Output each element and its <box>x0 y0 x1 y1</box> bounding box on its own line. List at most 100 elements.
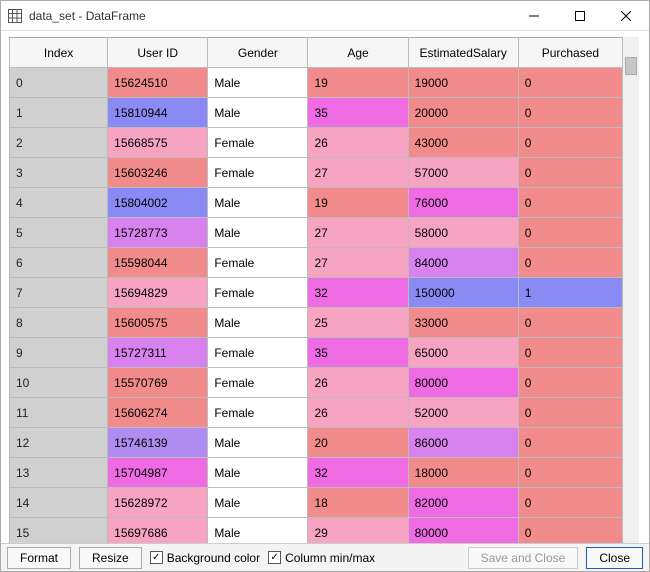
table-row[interactable]: 1015570769Female26800000 <box>10 368 623 398</box>
cell-userid[interactable]: 15628972 <box>108 488 208 518</box>
cell-index[interactable]: 2 <box>10 128 108 158</box>
cell-userid[interactable]: 15570769 <box>108 368 208 398</box>
cell-age[interactable]: 27 <box>308 248 408 278</box>
cell-salary[interactable]: 52000 <box>408 398 518 428</box>
cell-purchased[interactable]: 0 <box>518 218 622 248</box>
cell-index[interactable]: 12 <box>10 428 108 458</box>
cell-gender[interactable]: Male <box>208 428 308 458</box>
cell-userid[interactable]: 15746139 <box>108 428 208 458</box>
cell-gender[interactable]: Male <box>208 98 308 128</box>
cell-age[interactable]: 35 <box>308 338 408 368</box>
cell-salary[interactable]: 76000 <box>408 188 518 218</box>
cell-index[interactable]: 14 <box>10 488 108 518</box>
cell-salary[interactable]: 33000 <box>408 308 518 338</box>
table-row[interactable]: 1115606274Female26520000 <box>10 398 623 428</box>
cell-userid[interactable]: 15606274 <box>108 398 208 428</box>
title-bar[interactable]: data_set - DataFrame <box>1 1 649 31</box>
cell-gender[interactable]: Female <box>208 278 308 308</box>
cell-salary[interactable]: 82000 <box>408 488 518 518</box>
cell-index[interactable]: 10 <box>10 368 108 398</box>
cell-purchased[interactable]: 0 <box>518 368 622 398</box>
cell-index[interactable]: 15 <box>10 518 108 544</box>
cell-age[interactable]: 26 <box>308 368 408 398</box>
cell-age[interactable]: 25 <box>308 308 408 338</box>
cell-userid[interactable]: 15624510 <box>108 68 208 98</box>
cell-userid[interactable]: 15603246 <box>108 158 208 188</box>
cell-userid[interactable]: 15804002 <box>108 188 208 218</box>
cell-gender[interactable]: Male <box>208 488 308 518</box>
table-row[interactable]: 015624510Male19190000 <box>10 68 623 98</box>
table-row[interactable]: 415804002Male19760000 <box>10 188 623 218</box>
cell-index[interactable]: 9 <box>10 338 108 368</box>
column-minmax-checkbox[interactable]: ✓ Column min/max <box>268 551 375 565</box>
minimize-button[interactable] <box>511 1 557 31</box>
cell-userid[interactable]: 15704987 <box>108 458 208 488</box>
table-row[interactable]: 615598044Female27840000 <box>10 248 623 278</box>
table-row[interactable]: 115810944Male35200000 <box>10 98 623 128</box>
cell-purchased[interactable]: 0 <box>518 518 622 544</box>
col-header-index[interactable]: Index <box>10 38 108 68</box>
cell-purchased[interactable]: 0 <box>518 398 622 428</box>
table-row[interactable]: 915727311Female35650000 <box>10 338 623 368</box>
cell-salary[interactable]: 80000 <box>408 518 518 544</box>
cell-age[interactable]: 35 <box>308 98 408 128</box>
cell-salary[interactable]: 80000 <box>408 368 518 398</box>
cell-gender[interactable]: Male <box>208 188 308 218</box>
table-row[interactable]: 1215746139Male20860000 <box>10 428 623 458</box>
cell-index[interactable]: 6 <box>10 248 108 278</box>
cell-salary[interactable]: 65000 <box>408 338 518 368</box>
cell-gender[interactable]: Male <box>208 518 308 544</box>
background-color-checkbox[interactable]: ✓ Background color <box>150 551 260 565</box>
cell-purchased[interactable]: 0 <box>518 128 622 158</box>
cell-purchased[interactable]: 0 <box>518 158 622 188</box>
cell-age[interactable]: 18 <box>308 488 408 518</box>
close-footer-button[interactable]: Close <box>586 547 643 569</box>
table-row[interactable]: 1515697686Male29800000 <box>10 518 623 544</box>
cell-index[interactable]: 5 <box>10 218 108 248</box>
cell-userid[interactable]: 15728773 <box>108 218 208 248</box>
cell-salary[interactable]: 58000 <box>408 218 518 248</box>
cell-purchased[interactable]: 0 <box>518 98 622 128</box>
cell-index[interactable]: 4 <box>10 188 108 218</box>
cell-purchased[interactable]: 0 <box>518 338 622 368</box>
table-row[interactable]: 215668575Female26430000 <box>10 128 623 158</box>
col-header-gender[interactable]: Gender <box>208 38 308 68</box>
cell-purchased[interactable]: 0 <box>518 428 622 458</box>
cell-userid[interactable]: 15810944 <box>108 98 208 128</box>
col-header-salary[interactable]: EstimatedSalary <box>408 38 518 68</box>
cell-age[interactable]: 32 <box>308 278 408 308</box>
close-button[interactable] <box>603 1 649 31</box>
cell-gender[interactable]: Female <box>208 128 308 158</box>
cell-gender[interactable]: Male <box>208 218 308 248</box>
cell-gender[interactable]: Male <box>208 308 308 338</box>
cell-gender[interactable]: Male <box>208 68 308 98</box>
cell-purchased[interactable]: 1 <box>518 278 622 308</box>
cell-index[interactable]: 1 <box>10 98 108 128</box>
cell-purchased[interactable]: 0 <box>518 248 622 278</box>
cell-salary[interactable]: 84000 <box>408 248 518 278</box>
cell-salary[interactable]: 43000 <box>408 128 518 158</box>
cell-purchased[interactable]: 0 <box>518 188 622 218</box>
table-row[interactable]: 515728773Male27580000 <box>10 218 623 248</box>
cell-salary[interactable]: 18000 <box>408 458 518 488</box>
cell-gender[interactable]: Female <box>208 248 308 278</box>
table-row[interactable]: 815600575Male25330000 <box>10 308 623 338</box>
cell-age[interactable]: 26 <box>308 128 408 158</box>
cell-index[interactable]: 13 <box>10 458 108 488</box>
scrollbar-thumb[interactable] <box>625 57 637 75</box>
col-header-userid[interactable]: User ID <box>108 38 208 68</box>
table-row[interactable]: 315603246Female27570000 <box>10 158 623 188</box>
cell-index[interactable]: 3 <box>10 158 108 188</box>
cell-userid[interactable]: 15694829 <box>108 278 208 308</box>
cell-age[interactable]: 27 <box>308 218 408 248</box>
cell-purchased[interactable]: 0 <box>518 458 622 488</box>
cell-gender[interactable]: Male <box>208 458 308 488</box>
table-row[interactable]: 715694829Female321500001 <box>10 278 623 308</box>
cell-userid[interactable]: 15668575 <box>108 128 208 158</box>
scrollbar-track[interactable] <box>625 57 637 541</box>
cell-age[interactable]: 27 <box>308 158 408 188</box>
cell-gender[interactable]: Female <box>208 368 308 398</box>
cell-userid[interactable]: 15600575 <box>108 308 208 338</box>
cell-index[interactable]: 0 <box>10 68 108 98</box>
cell-gender[interactable]: Female <box>208 158 308 188</box>
